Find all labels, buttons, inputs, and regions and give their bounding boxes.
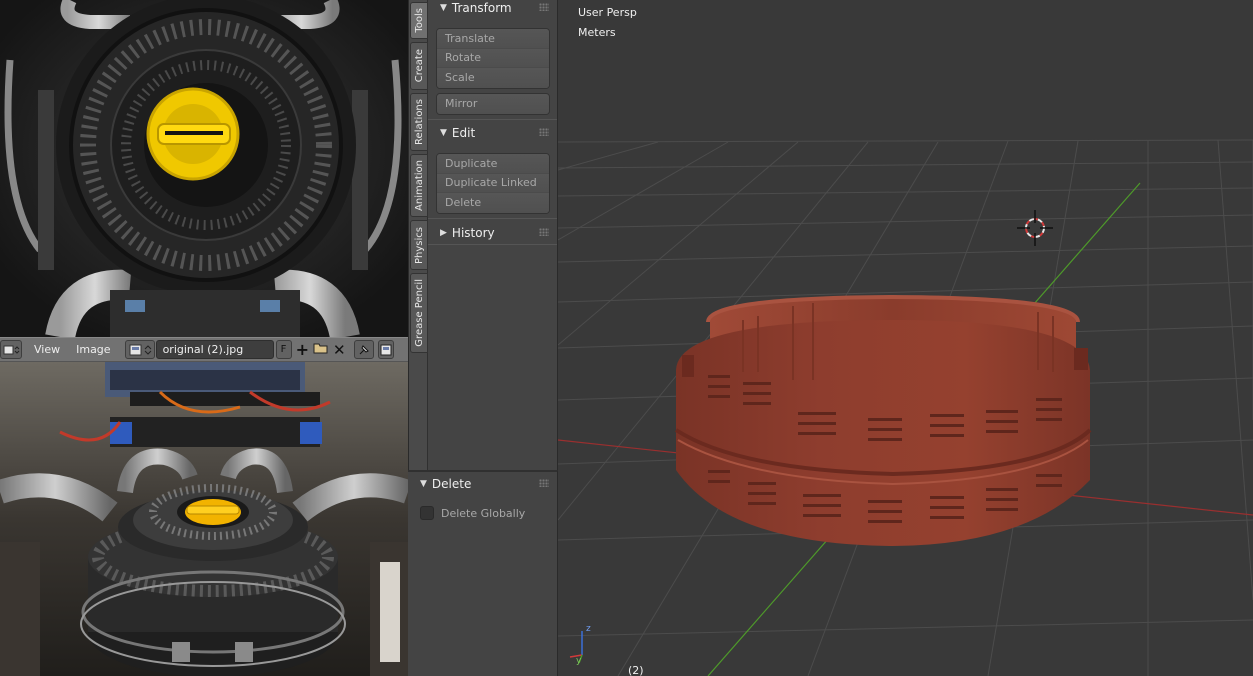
browse-image-button[interactable] bbox=[124, 340, 155, 359]
mirror-button[interactable]: Mirror bbox=[437, 94, 549, 114]
3d-viewport[interactable]: User Persp Meters z y (2) bbox=[558, 0, 1253, 676]
object-info-label: (2) bbox=[628, 664, 644, 676]
3d-cursor-icon bbox=[1017, 210, 1053, 246]
image-name-field[interactable]: original (2).jpg bbox=[155, 340, 274, 359]
delete-globally-label: Delete Globally bbox=[441, 507, 526, 520]
edit-buttons: Duplicate Duplicate Linked Delete bbox=[436, 153, 550, 214]
delete-button[interactable]: Delete bbox=[437, 193, 549, 213]
panel-grip-icon[interactable] bbox=[539, 3, 549, 11]
tab-physics[interactable]: Physics bbox=[410, 220, 428, 270]
duplicate-linked-button[interactable]: Duplicate Linked bbox=[437, 173, 549, 193]
collapse-triangle-icon: ▼ bbox=[420, 479, 427, 489]
collapse-triangle-icon: ▼ bbox=[440, 3, 447, 13]
fake-user-button[interactable]: F bbox=[275, 340, 292, 359]
history-panel-header[interactable]: ▶ History bbox=[428, 223, 557, 243]
tab-relations[interactable]: Relations bbox=[410, 93, 428, 151]
scale-button[interactable]: Scale bbox=[437, 68, 549, 88]
transform-panel-header[interactable]: ▼ Transform bbox=[428, 0, 557, 18]
expand-triangle-icon: ▶ bbox=[440, 228, 447, 238]
close-icon[interactable]: ✕ bbox=[333, 341, 346, 359]
axis-gizmo-z-label: z bbox=[586, 624, 591, 634]
image-editor-area: View Image original (2).jpg F + ✕ bbox=[0, 0, 408, 676]
operator-panel-header[interactable]: ▼ Delete bbox=[408, 474, 557, 494]
tab-tools[interactable]: Tools bbox=[410, 2, 428, 39]
panel-divider bbox=[428, 244, 557, 245]
image-editor-header: View Image original (2).jpg F + ✕ bbox=[0, 337, 408, 362]
tab-create[interactable]: Create bbox=[410, 42, 428, 90]
panel-divider bbox=[428, 218, 557, 219]
collapse-triangle-icon: ▼ bbox=[440, 128, 447, 138]
view-name-label: User Persp bbox=[578, 6, 637, 19]
edit-panel-header[interactable]: ▼ Edit bbox=[428, 123, 557, 143]
view-menu[interactable]: View bbox=[26, 343, 68, 356]
delete-globally-checkbox[interactable] bbox=[420, 506, 434, 520]
open-image-icon[interactable] bbox=[313, 341, 329, 358]
panel-grip-icon[interactable] bbox=[539, 128, 549, 136]
tab-animation[interactable]: Animation bbox=[410, 154, 428, 217]
mirror-button-wrap: Mirror bbox=[436, 93, 550, 115]
image-menu[interactable]: Image bbox=[68, 343, 118, 356]
translate-button[interactable]: Translate bbox=[437, 29, 549, 49]
viewport-canvas bbox=[558, 139, 1253, 676]
panel-grip-icon[interactable] bbox=[539, 228, 549, 236]
pin-icon[interactable] bbox=[353, 340, 374, 359]
rotate-button[interactable]: Rotate bbox=[437, 48, 549, 68]
axis-gizmo-y-label: y bbox=[576, 656, 582, 666]
panel-grip-icon[interactable] bbox=[539, 479, 549, 487]
panel-divider bbox=[428, 119, 557, 120]
editor-type-button[interactable] bbox=[0, 340, 22, 359]
duplicate-button[interactable]: Duplicate bbox=[437, 154, 549, 174]
reference-image-top bbox=[0, 0, 408, 337]
units-label: Meters bbox=[578, 26, 616, 39]
ring-mesh bbox=[674, 294, 1092, 546]
image-pin-toggle-icon[interactable] bbox=[377, 340, 394, 359]
new-image-icon[interactable]: + bbox=[296, 340, 309, 359]
transform-buttons: Translate Rotate Scale bbox=[436, 28, 550, 89]
tab-grease-pencil[interactable]: Grease Pencil bbox=[410, 273, 428, 353]
reference-image-bottom bbox=[0, 362, 408, 676]
operator-panel: ▼ Delete bbox=[408, 470, 558, 676]
